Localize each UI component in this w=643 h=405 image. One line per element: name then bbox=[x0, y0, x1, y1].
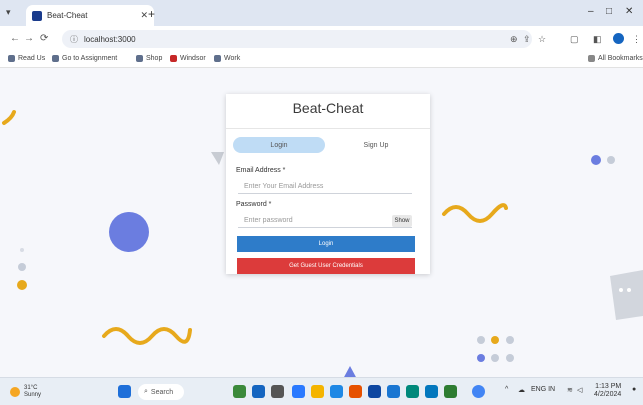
bookmark-item[interactable]: Shop bbox=[136, 55, 162, 62]
browser-toolbar: ← → ⟳ ⓘ localhost:3000 ⊕ ⇪ ☆ ▢ ◧ ⋮ bbox=[0, 26, 643, 52]
taskbar-app-icon[interactable] bbox=[233, 385, 246, 398]
minimize-button[interactable]: – bbox=[588, 6, 594, 17]
login-card: Beat-Cheat Login Sign Up Email Address *… bbox=[226, 94, 430, 274]
vscode-icon[interactable] bbox=[425, 385, 438, 398]
tab-login[interactable]: Login bbox=[233, 137, 325, 153]
cloud-icon[interactable]: ☁ bbox=[518, 386, 525, 394]
taskbar-app-icon[interactable] bbox=[387, 385, 400, 398]
app-title: Beat-Cheat bbox=[292, 100, 364, 116]
title-divider bbox=[226, 128, 430, 129]
tab-close-icon[interactable]: ✕ bbox=[140, 10, 148, 21]
browser-tabstrip: ▾ Beat-Cheat ✕ + – □ ✕ bbox=[0, 0, 643, 26]
taskbar-app-icon[interactable] bbox=[368, 385, 381, 398]
bookmark-item[interactable]: Read Us bbox=[8, 55, 45, 62]
weather-widget[interactable]: 31°C Sunny bbox=[10, 385, 41, 399]
search-icon: ⌕ bbox=[144, 388, 148, 395]
bookmark-folder-icon bbox=[214, 55, 221, 62]
maximize-button[interactable]: □ bbox=[606, 6, 612, 17]
tab-search-icon[interactable]: ▾ bbox=[6, 7, 11, 18]
close-window-button[interactable]: ✕ bbox=[625, 6, 633, 17]
bookmark-item[interactable]: Work bbox=[214, 55, 240, 62]
extensions-icon[interactable]: ▢ bbox=[570, 34, 579, 45]
password-label: Password * bbox=[236, 201, 272, 208]
clock[interactable]: 1:13 PM 4/2/2024 bbox=[594, 383, 621, 399]
taskbar-app-icon[interactable] bbox=[406, 385, 419, 398]
folder-icon bbox=[588, 55, 595, 62]
file-explorer-icon[interactable] bbox=[311, 385, 324, 398]
forward-arrow-icon[interactable]: → bbox=[24, 33, 34, 44]
bookmark-folder-icon bbox=[52, 55, 59, 62]
address-bar[interactable]: ⓘ localhost:3000 bbox=[62, 30, 532, 48]
weather-temp: 31°C bbox=[24, 385, 38, 391]
bookmark-star-icon[interactable]: ☆ bbox=[538, 34, 546, 45]
browser-tab[interactable]: Beat-Cheat ✕ bbox=[26, 5, 154, 26]
zoom-icon[interactable]: ⊕ bbox=[510, 34, 518, 45]
menu-icon[interactable]: ⋮ bbox=[632, 34, 641, 45]
email-field[interactable]: Enter Your Email Address bbox=[238, 180, 412, 194]
taskbar-app-icon[interactable] bbox=[444, 385, 457, 398]
bookmark-item[interactable]: Windsor bbox=[170, 55, 206, 62]
bookmark-folder-icon bbox=[136, 55, 143, 62]
email-label: Email Address * bbox=[236, 167, 286, 174]
taskbar: 31°C Sunny ⌕ Search ^ ☁ ENG IN ≋ ◁ 1:13 … bbox=[0, 377, 643, 405]
all-bookmarks[interactable]: All Bookmarks bbox=[588, 55, 643, 62]
chrome-icon[interactable] bbox=[472, 385, 485, 398]
volume-icon[interactable]: ◁ bbox=[577, 386, 582, 394]
taskbar-app-icon[interactable] bbox=[292, 385, 305, 398]
password-field[interactable]: Enter password bbox=[238, 214, 412, 228]
site-info-icon[interactable]: ⓘ bbox=[70, 34, 78, 45]
taskbar-search[interactable]: ⌕ Search bbox=[138, 384, 184, 400]
url-text: localhost:3000 bbox=[84, 34, 136, 44]
wifi-icon[interactable]: ≋ bbox=[567, 386, 573, 394]
show-password-button[interactable]: Show bbox=[392, 215, 412, 227]
clock-date: 4/2/2024 bbox=[594, 391, 622, 398]
sidebar-icon[interactable]: ◧ bbox=[593, 34, 602, 45]
clock-time: 1:13 PM bbox=[595, 383, 622, 390]
taskbar-app-icon[interactable] bbox=[271, 385, 284, 398]
tab-title: Beat-Cheat bbox=[47, 11, 88, 20]
bookmark-folder-icon bbox=[170, 55, 177, 62]
tab-signup[interactable]: Sign Up bbox=[330, 137, 422, 153]
tray-chevron-icon[interactable]: ^ bbox=[505, 386, 508, 393]
weather-desc: Sunny bbox=[24, 392, 42, 398]
notification-icon[interactable]: ● bbox=[632, 386, 636, 393]
bookmark-item[interactable]: Go to Assignment bbox=[52, 55, 117, 62]
lang-indicator[interactable]: ENG IN bbox=[531, 386, 555, 393]
login-button[interactable]: Login bbox=[237, 236, 415, 252]
bookmarks-bar: Read Us Go to Assignment Shop Windsor Wo… bbox=[0, 52, 643, 68]
bookmark-folder-icon bbox=[8, 55, 15, 62]
back-arrow-icon[interactable]: ← bbox=[10, 33, 20, 44]
sun-icon bbox=[10, 387, 20, 397]
new-tab-button[interactable]: + bbox=[148, 7, 155, 21]
taskbar-app-icon[interactable] bbox=[349, 385, 362, 398]
site-favicon-icon bbox=[32, 10, 42, 21]
taskbar-app-icon[interactable] bbox=[252, 385, 265, 398]
start-windows-icon[interactable] bbox=[118, 385, 131, 398]
edge-icon[interactable] bbox=[330, 385, 343, 398]
reload-icon[interactable]: ⟳ bbox=[40, 33, 48, 44]
profile-avatar[interactable] bbox=[613, 33, 624, 44]
share-icon[interactable]: ⇪ bbox=[523, 34, 531, 45]
guest-credentials-button[interactable]: Get Guest User Credentials bbox=[237, 258, 415, 274]
